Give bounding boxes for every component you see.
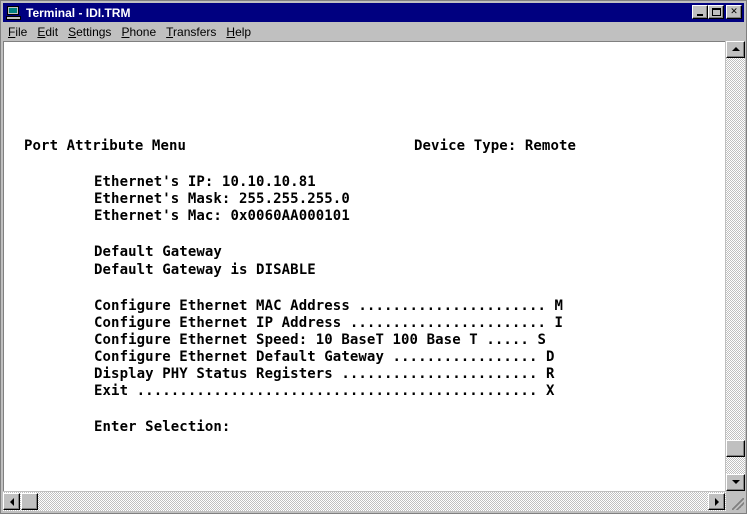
menu-title: Port Attribute Menu [24,138,187,154]
size-grip[interactable] [726,492,745,511]
menu-transfers[interactable]: Transfers [161,25,221,39]
option-phy-status: Display PHY Status Registers ...........… [94,366,555,382]
scroll-up-button[interactable] [726,41,745,58]
arrow-right-icon [715,498,719,506]
window-title: Terminal - IDI.TRM [26,5,131,20]
menu-help[interactable]: Help [221,25,256,39]
selection-prompt: Enter Selection: [94,419,231,435]
minimize-icon [697,14,703,16]
ethernet-ip: Ethernet's IP: 10.10.10.81 [94,174,316,190]
device-type: Device Type: Remote [414,138,577,154]
minimize-button[interactable] [692,5,708,19]
title-bar[interactable]: Terminal - IDI.TRM ✕ [3,3,744,22]
resize-grip-icon [732,498,744,510]
horizontal-scroll-thumb[interactable] [21,493,38,510]
terminal-computer-icon[interactable] [6,5,22,20]
window-controls: ✕ [692,5,742,19]
option-default-gateway: Configure Ethernet Default Gateway .....… [94,349,555,365]
menu-edit[interactable]: Edit [32,25,63,39]
scroll-right-button[interactable] [708,493,725,510]
arrow-up-icon [732,47,740,51]
arrow-left-icon [10,498,14,506]
gateway-status: Default Gateway is DISABLE [94,262,316,278]
scroll-down-button[interactable] [726,474,745,491]
vertical-scroll-thumb[interactable] [726,440,745,457]
terminal-screen[interactable]: Port Attribute Menu Device Type: Remote … [3,41,725,491]
vertical-scrollbar[interactable] [726,41,745,491]
terminal-window: Terminal - IDI.TRM ✕ File Edit Settings … [0,0,747,514]
option-ip-address: Configure Ethernet IP Address ..........… [94,315,564,331]
close-button[interactable]: ✕ [726,5,742,19]
maximize-icon [711,8,721,16]
ethernet-mac: Ethernet's Mac: 0x0060AA000101 [94,208,350,224]
ethernet-mask: Ethernet's Mask: 255.255.255.0 [94,191,350,207]
scroll-left-button[interactable] [3,493,20,510]
option-exit: Exit ...................................… [94,383,555,399]
horizontal-scrollbar[interactable] [3,492,726,511]
maximize-button[interactable] [708,5,724,19]
menu-phone[interactable]: Phone [116,25,161,39]
default-gateway-heading: Default Gateway [94,244,222,260]
menu-file[interactable]: File [3,25,32,39]
option-ethernet-speed: Configure Ethernet Speed: 10 BaseT 100 B… [94,332,547,348]
option-mac-address: Configure Ethernet MAC Address .........… [94,298,564,314]
menu-settings[interactable]: Settings [63,25,116,39]
arrow-down-icon [732,480,740,484]
close-icon: ✕ [730,6,738,17]
menu-bar: File Edit Settings Phone Transfers Help [3,23,744,41]
